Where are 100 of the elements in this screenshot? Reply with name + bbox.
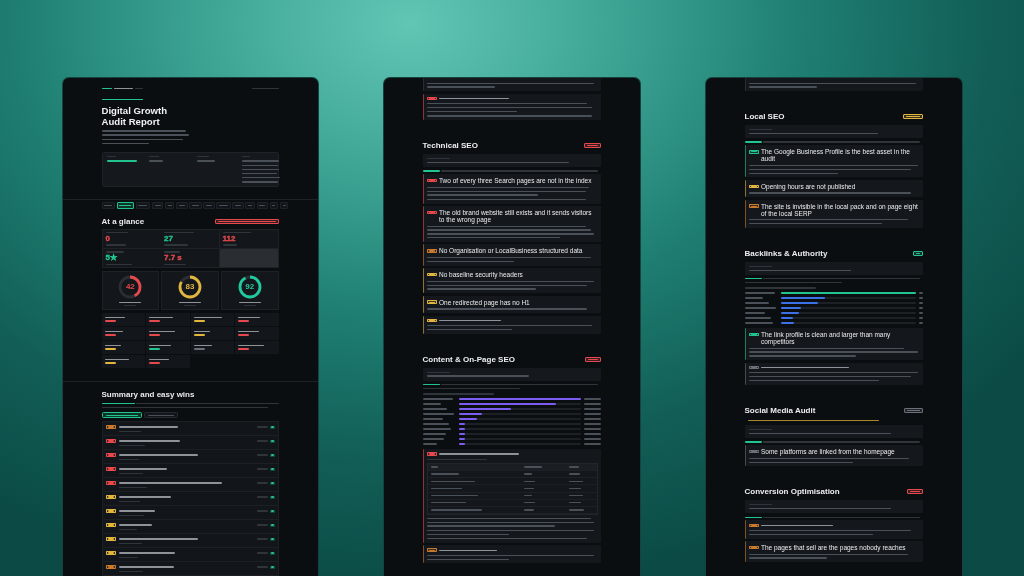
blurred-text-line — [918, 312, 923, 314]
blurred-text-line — [744, 307, 776, 309]
finding-row[interactable] — [102, 520, 278, 535]
blurred-text-line — [523, 495, 533, 497]
blurred-text-line — [179, 301, 201, 303]
blurred-text-line — [118, 552, 175, 554]
score-chip — [269, 537, 275, 541]
blurred-text-line — [257, 524, 268, 526]
blurred-text-line — [118, 473, 143, 475]
blurred-text-line — [118, 426, 178, 428]
section-heading: Social Media Audit — [744, 405, 816, 415]
blurred-text-line — [431, 487, 463, 490]
finding-row[interactable] — [102, 492, 278, 507]
blurred-text-line — [583, 398, 601, 400]
blurred-text-line — [119, 301, 142, 303]
blurred-text-line — [118, 529, 137, 531]
blurred-text-line — [523, 487, 534, 490]
blurred-text-line — [118, 510, 155, 512]
blurred-text-line — [118, 431, 141, 433]
blurred-text-line — [918, 302, 923, 304]
blurred-text-line — [257, 426, 268, 428]
blurred-text-line — [422, 398, 453, 400]
blurred-text-line — [118, 496, 171, 498]
finding-row[interactable] — [102, 464, 278, 479]
score-chip — [269, 523, 275, 527]
blurred-text-line — [918, 317, 923, 319]
finding-row[interactable] — [102, 506, 278, 521]
blurred-text-line — [104, 358, 129, 361]
blurred-text-line — [439, 98, 509, 100]
blurred-text-line — [118, 487, 147, 489]
blurred-text-line — [118, 515, 144, 517]
score-chip — [269, 509, 275, 513]
blurred-text-line — [238, 316, 260, 319]
blurred-text-line — [241, 164, 278, 166]
blurred-text-line — [104, 344, 121, 347]
blurred-text-line — [918, 322, 923, 324]
blurred-text-line — [148, 160, 163, 162]
blurred-text-line — [422, 408, 447, 410]
blurred-text-line — [744, 302, 769, 304]
blurred-text-line — [583, 438, 601, 440]
blurred-text-line — [569, 509, 584, 511]
blurred-text-line — [105, 251, 124, 253]
finding-row[interactable] — [102, 478, 278, 493]
blurred-text-line — [431, 466, 439, 468]
finding-row[interactable] — [102, 422, 278, 437]
blurred-text-line — [257, 440, 268, 442]
score-chip — [269, 481, 275, 485]
blurred-text-line — [422, 428, 451, 430]
stat-value: 0 — [105, 234, 110, 243]
blurred-text-line — [569, 473, 581, 475]
blurred-text-line — [241, 168, 279, 170]
score-value: 42 — [125, 283, 135, 292]
blurred-text-line — [431, 495, 479, 497]
blurred-text-line — [149, 358, 169, 361]
blurred-text-line — [106, 160, 137, 162]
blurred-text-line — [583, 418, 601, 420]
finding-row[interactable] — [102, 436, 278, 451]
blurred-text-line — [222, 244, 237, 246]
blurred-text-line — [422, 393, 494, 395]
blurred-text-line — [523, 466, 542, 468]
finding-row[interactable] — [102, 450, 278, 465]
blurred-text-line — [118, 566, 174, 568]
finding-row[interactable] — [102, 562, 278, 576]
blurred-text-line — [422, 418, 443, 420]
blurred-text-line — [243, 305, 256, 307]
blurred-text-line — [257, 468, 268, 470]
blurred-text-line — [583, 443, 601, 445]
blurred-text-line — [193, 316, 222, 319]
nav-tab[interactable] — [116, 202, 135, 209]
blurred-text-line — [583, 413, 601, 415]
blurred-text-line — [105, 263, 132, 265]
blurred-text-line — [523, 480, 535, 482]
blurred-text-line — [431, 502, 467, 504]
blurred-text-line — [118, 543, 142, 545]
blurred-text-line — [118, 445, 145, 447]
blurred-text-line — [149, 344, 171, 347]
blurred-text-line — [583, 433, 601, 435]
blurred-text-line — [257, 538, 268, 540]
blurred-text-line — [105, 244, 126, 246]
section-heading: Content & On-Page SEO — [422, 354, 515, 364]
blurred-text-line — [104, 330, 123, 333]
blurred-text-line — [918, 292, 923, 294]
blurred-text-line — [422, 443, 437, 445]
blurred-text-line — [241, 177, 280, 179]
section-heading: Technical SEO — [422, 141, 478, 151]
section-heading: Backlinks & Authority — [744, 248, 828, 258]
blurred-text-line — [118, 459, 139, 461]
finding-row[interactable] — [102, 534, 278, 549]
finding-row[interactable] — [102, 548, 278, 563]
filter-tab[interactable] — [101, 412, 142, 419]
blurred-text-line — [193, 344, 212, 347]
blurred-text-line — [744, 317, 771, 319]
report-title: Digital Growth Audit Report — [101, 106, 169, 128]
blurred-text-line — [118, 557, 138, 559]
blurred-text-line — [118, 468, 167, 470]
blurred-text-line — [427, 86, 496, 88]
score-value: 83 — [185, 283, 195, 292]
blurred-text-line — [257, 496, 268, 498]
score-chip — [269, 467, 275, 471]
score-chip — [269, 551, 275, 555]
